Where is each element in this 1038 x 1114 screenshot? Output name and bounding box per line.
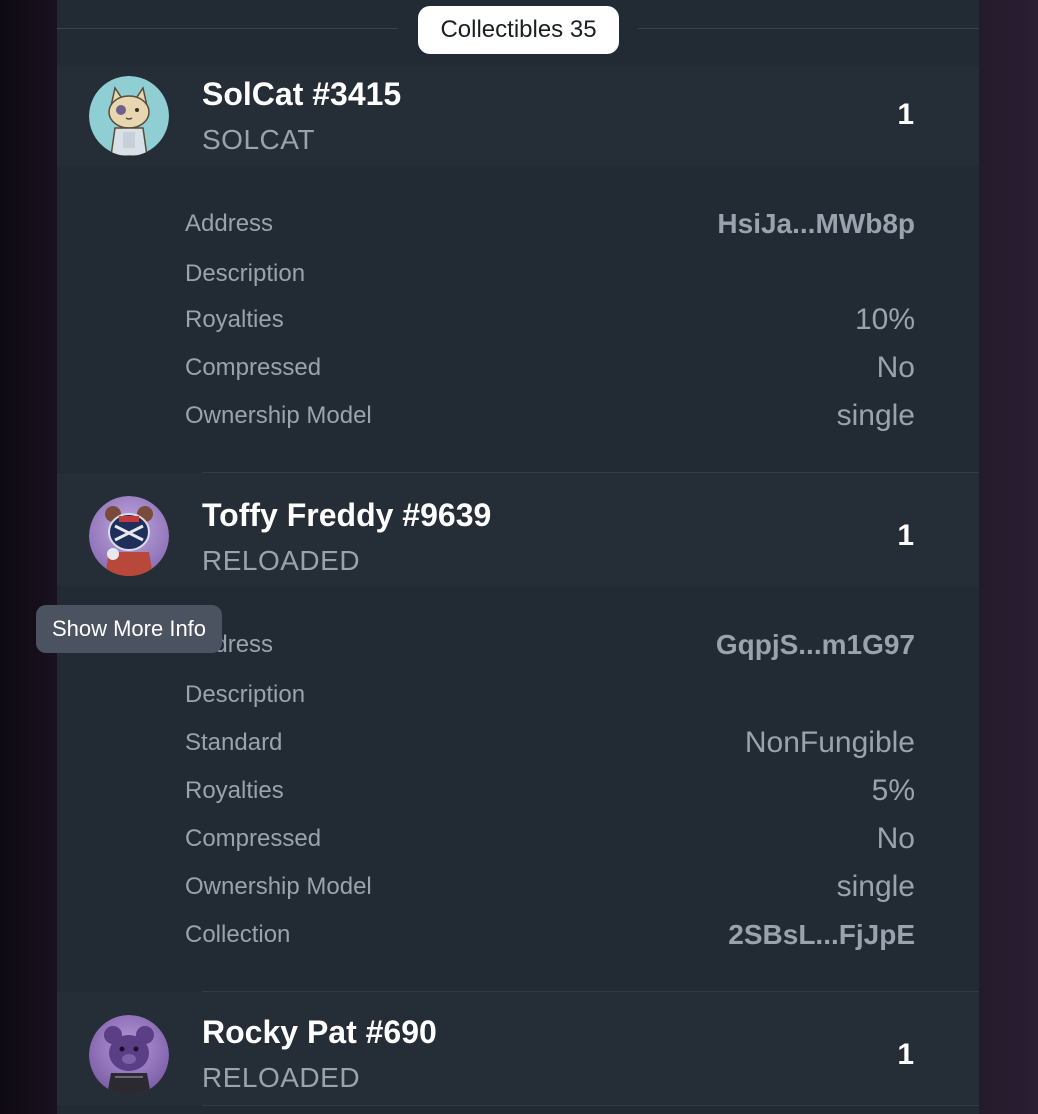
item-quantity: 1 [897, 1038, 914, 1071]
detail-value: single [836, 399, 915, 432]
detail-row-ownership-model: Ownership Model single [185, 396, 915, 436]
detail-label: Description [185, 260, 306, 287]
cat-nft-icon [89, 76, 169, 156]
item-divider [202, 1105, 979, 1106]
item-collection-symbol: RELOADED [202, 1062, 361, 1093]
detail-value: 5% [871, 774, 915, 807]
detail-label: Ownership Model [185, 402, 372, 429]
detail-row-address: Address GqpjS...m1G97 [185, 625, 915, 665]
detail-row-compressed: Compressed No [185, 348, 915, 388]
show-more-info-tooltip: Show More Info [36, 605, 222, 653]
detail-row-compressed: Compressed No [185, 819, 915, 859]
collectibles-panel: Collectibles 35 SolCat #3415 SOLCAT 1 Ad… [57, 0, 979, 1114]
detail-row-address: Address HsiJa...MWb8p [185, 204, 915, 244]
item-name: Toffy Freddy #9639 [202, 497, 492, 533]
detail-label: Collection [185, 921, 291, 948]
detail-value-address[interactable]: HsiJa...MWb8p [717, 204, 915, 244]
detail-value: No [876, 351, 915, 384]
detail-row-description: Description [185, 675, 915, 715]
header-divider-left [57, 28, 398, 29]
item-details-solcat: Address HsiJa...MWb8p Description Royalt… [57, 166, 979, 472]
collectibles-count-badge: Collectibles 35 [418, 6, 619, 54]
collectible-item-rocky-pat[interactable]: Rocky Pat #690 RELOADED 1 [57, 992, 979, 1105]
detail-value-collection[interactable]: 2SBsL...FjJpE [728, 915, 915, 955]
detail-row-royalties: Royalties 5% [185, 771, 915, 811]
detail-label: Standard [185, 729, 283, 756]
detail-value: No [876, 822, 915, 855]
detail-label: Address [185, 210, 274, 237]
header-divider-right [638, 28, 979, 29]
item-collection-symbol: RELOADED [202, 545, 361, 576]
detail-row-standard: Standard NonFungible [185, 723, 915, 763]
item-quantity: 1 [897, 98, 914, 131]
purple-bear-nft-icon [89, 1015, 169, 1095]
detail-label: Royalties [185, 777, 284, 804]
detail-row-collection: Collection 2SBsL...FjJpE [185, 915, 915, 955]
detail-label: Compressed [185, 354, 322, 381]
bear-goalie-nft-icon [89, 496, 169, 576]
collectible-item-solcat[interactable]: SolCat #3415 SOLCAT 1 [57, 66, 979, 166]
detail-label: Compressed [185, 825, 322, 852]
detail-value: NonFungible [744, 726, 915, 759]
item-collection-symbol: SOLCAT [202, 124, 315, 155]
detail-label: Ownership Model [185, 873, 372, 900]
item-name: SolCat #3415 [202, 76, 402, 112]
detail-row-description: Description [185, 254, 915, 294]
collectible-item-toffy-freddy[interactable]: Toffy Freddy #9639 RELOADED 1 [57, 473, 979, 586]
item-quantity: 1 [897, 519, 914, 552]
detail-value: 10% [854, 303, 915, 336]
detail-row-ownership-model: Ownership Model single [185, 867, 915, 907]
item-name: Rocky Pat #690 [202, 1014, 437, 1050]
detail-value: single [836, 870, 915, 903]
detail-label: Description [185, 681, 306, 708]
detail-label: Royalties [185, 306, 284, 333]
detail-value-address[interactable]: GqpjS...m1G97 [716, 625, 915, 665]
detail-row-royalties: Royalties 10% [185, 300, 915, 340]
